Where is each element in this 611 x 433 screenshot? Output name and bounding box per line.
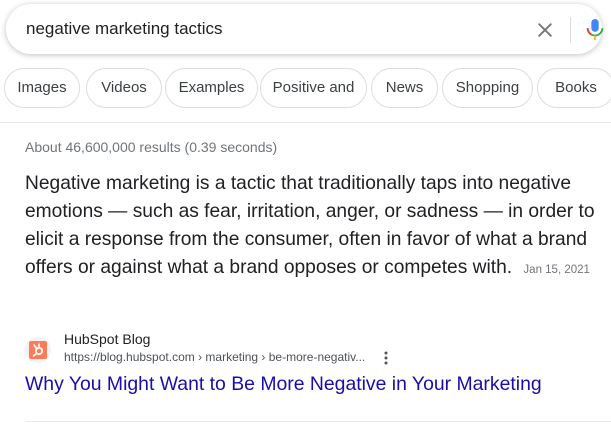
chip-examples[interactable]: Examples <box>165 68 258 108</box>
chip-images[interactable]: Images <box>4 68 80 108</box>
featured-snippet-date: Jan 15, 2021 <box>523 264 590 276</box>
chip-shopping[interactable]: Shopping <box>442 68 533 108</box>
source-site-name[interactable]: HubSpot Blog <box>64 331 150 347</box>
more-vert-icon[interactable] <box>382 350 390 366</box>
search-bar-divider <box>570 17 571 43</box>
result-title-link[interactable]: Why You Might Want to Be More Negative i… <box>25 373 542 396</box>
chip-videos[interactable]: Videos <box>86 68 162 108</box>
chip-books[interactable]: Books <box>537 68 611 108</box>
featured-snippet: Negative marketing is a tactic that trad… <box>25 170 610 284</box>
hubspot-logo-icon <box>25 337 51 363</box>
search-input[interactable]: negative marketing tactics <box>26 19 223 39</box>
result-stats: About 46,600,000 results (0.39 seconds) <box>25 139 278 155</box>
search-bar[interactable]: negative marketing tactics <box>6 4 604 54</box>
featured-snippet-text: Negative marketing is a tactic that trad… <box>25 173 595 278</box>
header-divider <box>0 122 611 123</box>
chip-positive-and[interactable]: Positive and <box>260 68 367 108</box>
result-divider <box>25 421 611 422</box>
microphone-icon[interactable] <box>584 17 606 43</box>
close-icon[interactable] <box>535 20 555 40</box>
chip-news[interactable]: News <box>371 68 438 108</box>
source-url[interactable]: https://blog.hubspot.com › marketing › b… <box>64 350 365 364</box>
